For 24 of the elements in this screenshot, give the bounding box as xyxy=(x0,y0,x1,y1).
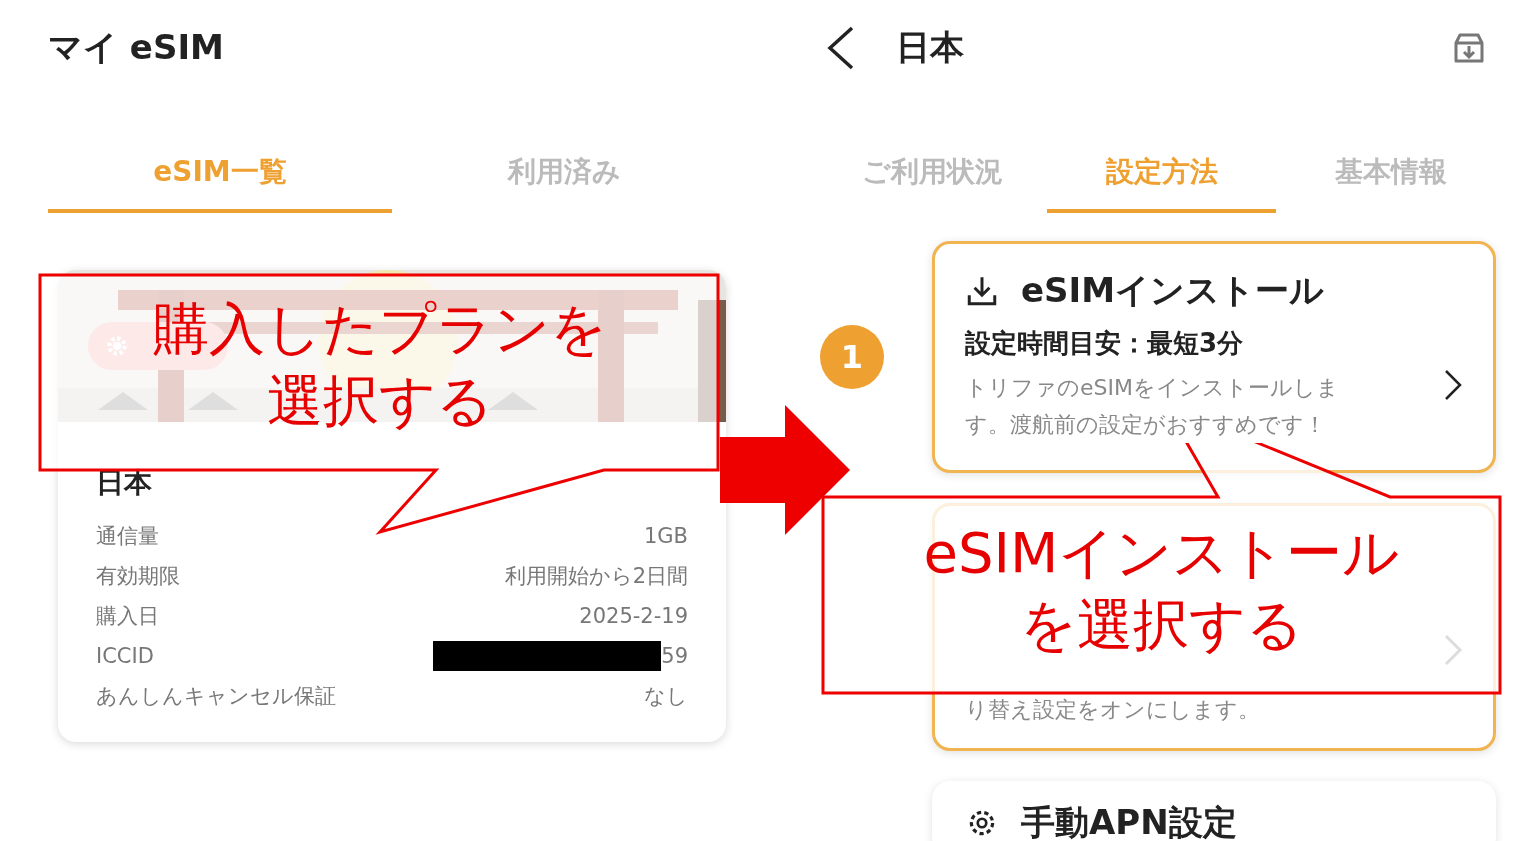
tab[interactable]: 基本情報 xyxy=(1276,135,1505,213)
step-title: 手動APN設定 xyxy=(1021,801,1237,841)
detail-label: ICCID xyxy=(96,644,154,668)
tab[interactable]: 利用済み xyxy=(392,135,736,213)
step-card[interactable]: eSIMインストール 設定時間目安：最短3分 トリファのeSIMをインストールします。渡航前の設定がおすすめです！ xyxy=(932,241,1496,473)
page-title: マイ eSIM xyxy=(48,25,224,69)
step-card[interactable]: 手動APN設定 xyxy=(932,781,1496,841)
detail-label: 有効期限 xyxy=(96,563,180,590)
step-number: 1 xyxy=(820,325,884,389)
detail-value: 2025-2-19 xyxy=(579,604,688,628)
detail-value: なし xyxy=(644,683,688,710)
setup-time: 設定時間目安：最短3分 xyxy=(965,327,1245,360)
page-title: 日本 xyxy=(896,25,964,69)
detail-value: 1GB xyxy=(643,524,688,548)
detail-value: 利用開始から2日間 xyxy=(504,563,688,590)
step-title: eSIMインストール xyxy=(1021,269,1325,312)
tab[interactable]: eSIM一覧 xyxy=(48,135,392,213)
step-description: り替え設定をオンにします。 xyxy=(965,696,1261,724)
tab[interactable]: 設定方法 xyxy=(1047,135,1276,213)
tab[interactable]: ご利用状況 xyxy=(818,135,1047,213)
detail-label: 購入日 xyxy=(96,603,159,630)
detail-label: あんしんキャンセル保証 xyxy=(96,683,336,710)
detail-value: 59 xyxy=(661,644,688,668)
detail-label: 通信量 xyxy=(96,523,159,550)
